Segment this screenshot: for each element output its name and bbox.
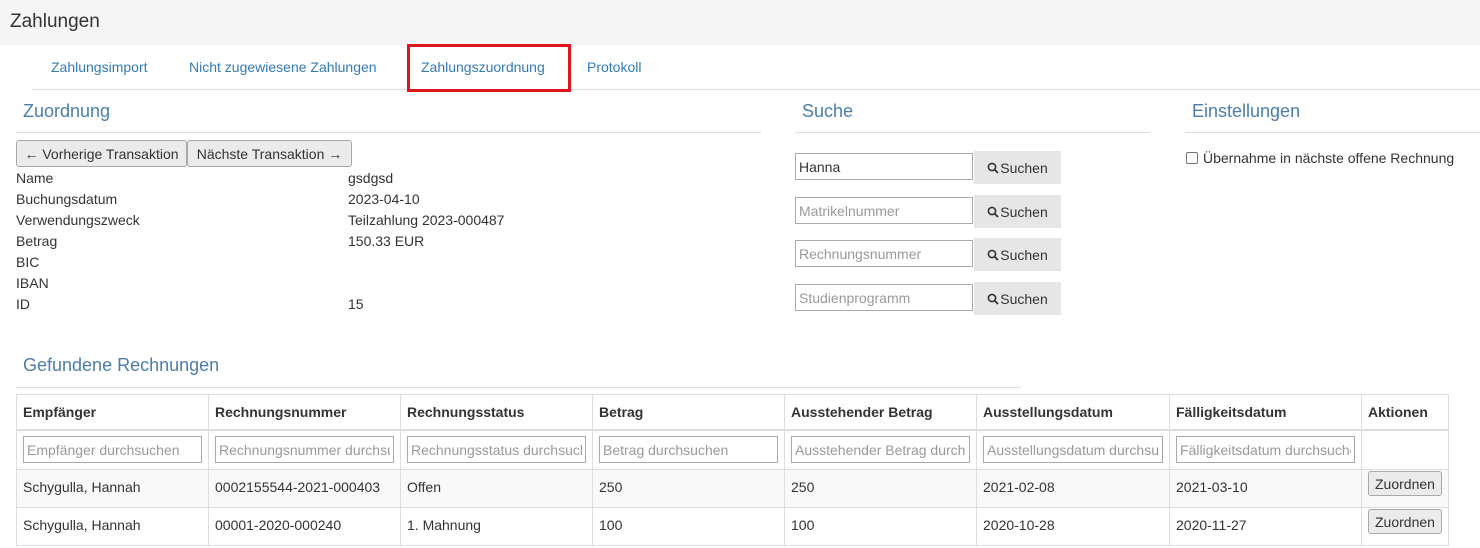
filter-cell (400, 429, 593, 470)
cell-aktionen: Zuordnen (1361, 507, 1449, 546)
column-header-rechnungsnummer[interactable]: Rechnungsnummer (208, 394, 401, 431)
tab-bar: Zahlungsimport Nicht zugewiesene Zahlung… (32, 45, 1480, 90)
cell-aktionen: Zuordnen (1361, 469, 1449, 508)
search-button-label: Suchen (1000, 246, 1048, 263)
detail-label-bic: BIC (16, 254, 40, 270)
column-header-ausstehender-betrag[interactable]: Ausstehender Betrag (784, 394, 977, 431)
cell-rechnungsstatus: Offen (400, 469, 593, 508)
empfaenger-filter-input[interactable] (23, 436, 202, 464)
detail-label-verwendungszweck: Verwendungszweck (16, 212, 140, 228)
matrikelnummer-search-input[interactable] (795, 197, 973, 224)
search-icon (987, 249, 999, 261)
cell-ausstellungsdatum: 2020-10-28 (976, 507, 1170, 546)
filter-cell (208, 429, 401, 470)
search-icon (987, 293, 999, 305)
detail-label-iban: IBAN (16, 275, 49, 291)
detail-value-name: gsdgsd (348, 170, 394, 186)
detail-value-verwendungszweck: Teilzahlung 2023-000487 (348, 212, 505, 228)
detail-value-id: 15 (348, 296, 364, 312)
rechnungsnummer-filter-input[interactable] (215, 436, 394, 464)
name-search-button[interactable]: Suchen (974, 151, 1061, 184)
active-tab-highlight (407, 44, 571, 92)
ausstehender-betrag-filter-input[interactable] (791, 436, 970, 464)
rechnungsstatus-filter-input[interactable] (407, 436, 586, 464)
filter-cell (784, 429, 977, 470)
cell-empfaenger: Schygulla, Hannah (16, 507, 209, 546)
table-filter-row (16, 429, 1449, 470)
table-header-row: Empfänger Rechnungsnummer Rechnungsstatu… (16, 394, 1449, 431)
studienprogramm-search-input[interactable] (795, 284, 973, 311)
cell-faelligkeitsdatum: 2021-03-10 (1169, 469, 1362, 508)
filter-cell (592, 429, 785, 470)
open-invoice-checkbox-label: Übernahme in nächste offene Rechnung (1203, 150, 1455, 166)
column-header-aktionen: Aktionen (1361, 394, 1449, 431)
page-title: Zahlungen (10, 11, 100, 32)
detail-value-buchungsdatum: 2023-04-10 (348, 191, 420, 207)
search-button-label: Suchen (1000, 203, 1048, 220)
cell-rechnungsnummer: 00001-2020-000240 (208, 507, 401, 546)
table-row: Schygulla, Hannah 00001-2020-000240 1. M… (16, 507, 1449, 546)
assignment-heading: Zuordnung (16, 101, 761, 133)
search-icon (987, 162, 999, 174)
detail-label-name: Name (16, 170, 54, 186)
detail-value-betrag: 150.33 EUR (348, 233, 425, 249)
ausstellungsdatum-filter-input[interactable] (983, 436, 1163, 464)
detail-label-id: ID (16, 296, 30, 312)
filter-cell (976, 429, 1170, 470)
cell-betrag: 100 (592, 507, 785, 546)
assign-button[interactable]: Zuordnen (1368, 471, 1442, 496)
search-button-label: Suchen (1000, 159, 1048, 176)
next-transaction-button[interactable]: Nächste Transaktion → (187, 140, 352, 167)
betrag-filter-input[interactable] (599, 436, 778, 464)
filter-cell-empty (1361, 429, 1449, 470)
previous-transaction-button[interactable]: ← Vorherige Transaktion (16, 140, 187, 167)
table-row: Schygulla, Hannah 0002155544-2021-000403… (16, 469, 1449, 508)
cell-empfaenger: Schygulla, Hannah (16, 469, 209, 508)
column-header-betrag[interactable]: Betrag (592, 394, 785, 431)
cell-betrag: 250 (592, 469, 785, 508)
page-header: Zahlungen (0, 0, 1480, 45)
column-header-rechnungsstatus[interactable]: Rechnungsstatus (400, 394, 593, 431)
invoices-table: Empfänger Rechnungsnummer Rechnungsstatu… (16, 394, 1449, 546)
studienprogramm-search-button[interactable]: Suchen (974, 282, 1061, 315)
settings-heading: Einstellungen (1185, 101, 1480, 133)
name-search-input[interactable] (795, 153, 973, 180)
matrikelnummer-search-button[interactable]: Suchen (974, 195, 1061, 228)
cell-ausstehender-betrag: 250 (784, 469, 977, 508)
search-icon (987, 206, 999, 218)
assign-button[interactable]: Zuordnen (1368, 509, 1442, 534)
detail-label-betrag: Betrag (16, 233, 58, 249)
column-header-empfaenger[interactable]: Empfänger (16, 394, 209, 431)
column-header-ausstellungsdatum[interactable]: Ausstellungsdatum (976, 394, 1170, 431)
cell-rechnungsstatus: 1. Mahnung (400, 507, 593, 546)
cell-ausstehender-betrag: 100 (784, 507, 977, 546)
filter-cell (1169, 429, 1362, 470)
detail-label-buchungsdatum: Buchungsdatum (16, 191, 118, 207)
faelligkeitsdatum-filter-input[interactable] (1176, 436, 1355, 464)
tab-zahlungsimport[interactable]: Zahlungsimport (51, 45, 148, 89)
tab-nicht-zugewiesene-zahlungen[interactable]: Nicht zugewiesene Zahlungen (189, 45, 377, 89)
cell-ausstellungsdatum: 2021-02-08 (976, 469, 1170, 508)
search-button-label: Suchen (1000, 290, 1048, 307)
invoices-heading: Gefundene Rechnungen (16, 355, 1021, 388)
rechnungsnummer-search-input[interactable] (795, 240, 973, 267)
tab-protokoll[interactable]: Protokoll (587, 45, 641, 89)
cell-rechnungsnummer: 0002155544-2021-000403 (208, 469, 401, 508)
open-invoice-setting[interactable]: Übernahme in nächste offene Rechnung (1186, 150, 1454, 166)
rechnungsnummer-search-button[interactable]: Suchen (974, 238, 1061, 271)
open-invoice-checkbox[interactable] (1186, 152, 1198, 164)
filter-cell (16, 429, 209, 470)
column-header-faelligkeitsdatum[interactable]: Fälligkeitsdatum (1169, 394, 1362, 431)
search-heading: Suche (795, 101, 1150, 133)
cell-faelligkeitsdatum: 2020-11-27 (1169, 507, 1362, 546)
